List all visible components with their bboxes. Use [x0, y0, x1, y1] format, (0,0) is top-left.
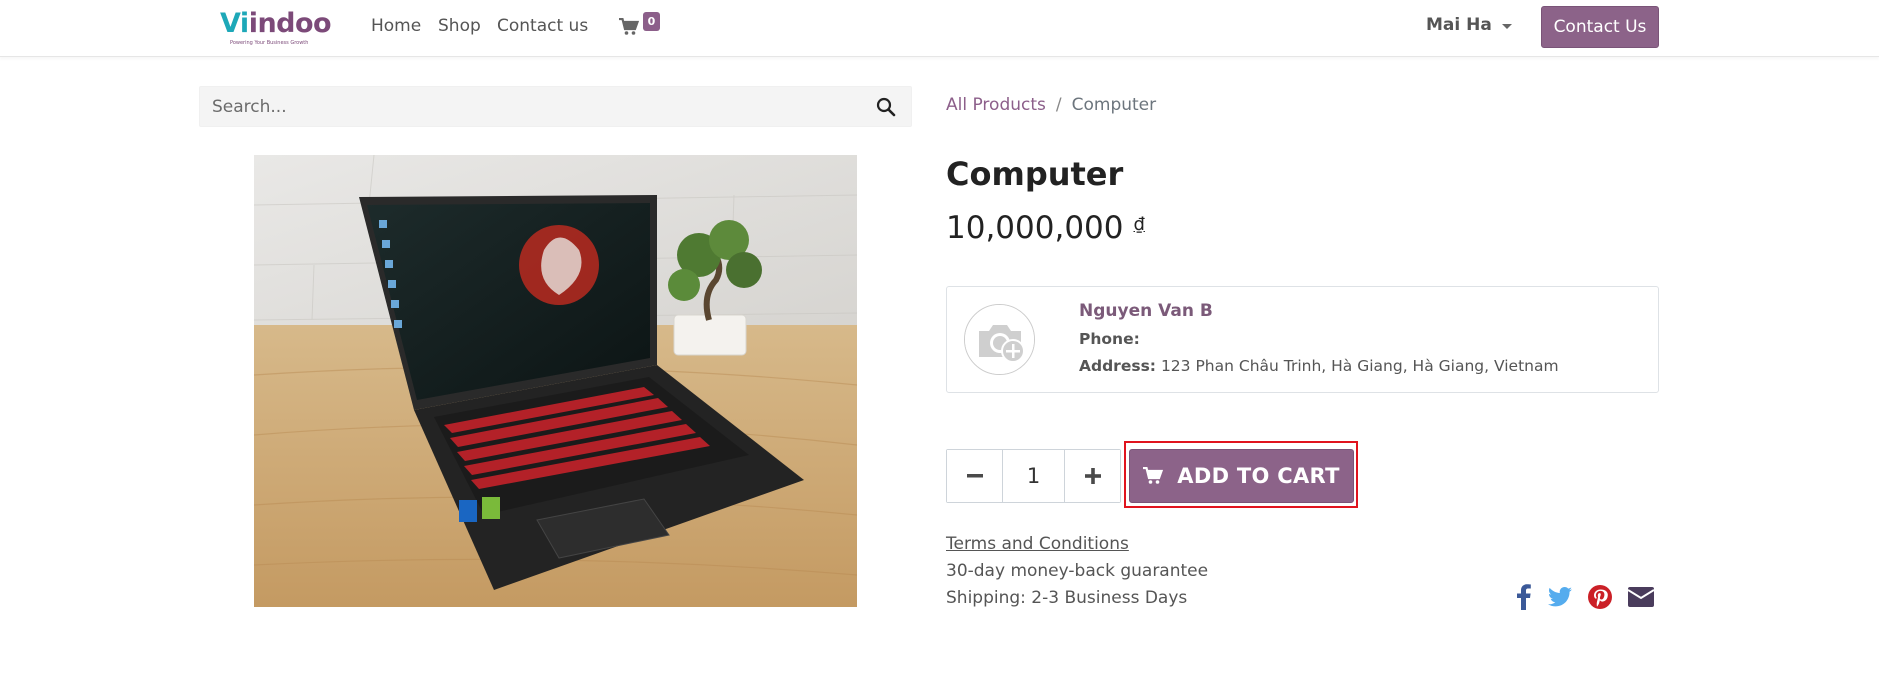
search-input[interactable] — [200, 87, 860, 126]
product-title: Computer — [946, 155, 1124, 193]
quantity-stepper — [946, 449, 1121, 503]
share-twitter-button[interactable] — [1547, 584, 1573, 610]
contact-us-button[interactable]: Contact Us — [1541, 6, 1659, 48]
quantity-input[interactable] — [1002, 450, 1065, 502]
breadcrumb-current: Computer — [1071, 95, 1157, 115]
product-image[interactable] — [254, 155, 857, 607]
seller-phone: Phone: — [1079, 330, 1140, 348]
decrease-quantity-button[interactable] — [947, 450, 1002, 502]
seller-card: Nguyen Van B Phone: Address: 123 Phan Ch… — [946, 286, 1659, 393]
logo-wordmark: Viindoo — [220, 8, 332, 39]
nav-cart[interactable]: 0 — [619, 12, 663, 39]
guarantee-text: 30-day money-back guarantee — [946, 561, 1209, 581]
price-currency: ₫ — [1133, 214, 1145, 235]
pinterest-icon — [1588, 585, 1612, 609]
shipping-text: Shipping: 2-3 Business Days — [946, 588, 1188, 608]
seller-address: Address: 123 Phan Châu Trinh, Hà Giang, … — [1079, 357, 1559, 375]
user-name: Mai Ha — [1426, 15, 1492, 35]
email-icon — [1628, 587, 1654, 607]
product-info: Terms and Conditions 30-day money-back g… — [946, 531, 1208, 612]
logo-tagline: Powering Your Business Growth — [230, 40, 309, 46]
twitter-icon — [1548, 587, 1572, 607]
increase-quantity-button[interactable] — [1065, 450, 1120, 502]
share-pinterest-button[interactable] — [1587, 584, 1613, 610]
logo-wordmark-rest: indoo — [248, 8, 332, 39]
share-email-button[interactable] — [1627, 584, 1655, 610]
seller-name[interactable]: Nguyen Van B — [1079, 301, 1213, 321]
add-to-cart-button[interactable]: ADD TO CART — [1129, 449, 1354, 503]
caret-down-icon — [1501, 23, 1512, 29]
nav-home[interactable]: Home — [371, 16, 421, 36]
camera-plus-icon — [965, 305, 1034, 374]
minus-icon — [966, 474, 983, 478]
seller-avatar[interactable] — [964, 304, 1035, 375]
breadcrumb-all-products[interactable]: All Products — [946, 95, 1046, 115]
product-search — [199, 86, 912, 127]
breadcrumb-separator: / — [1055, 95, 1062, 115]
share-facebook-button[interactable] — [1514, 584, 1534, 610]
phone-label: Phone: — [1079, 330, 1140, 348]
logo-wordmark-vi: Vi — [220, 8, 249, 39]
address-label: Address: — [1079, 357, 1156, 375]
terms-link[interactable]: Terms and Conditions — [946, 531, 1208, 558]
viindoo-logo[interactable]: Viindoo Powering Your Business Growth — [220, 6, 332, 46]
nav-contact-us[interactable]: Contact us — [497, 16, 588, 36]
add-to-cart-label: ADD TO CART — [1177, 464, 1340, 488]
breadcrumb: All Products / Computer — [946, 95, 1156, 115]
nav-shop[interactable]: Shop — [438, 16, 481, 36]
product-price: 10,000,000 ₫ — [946, 210, 1145, 246]
shopping-cart-icon — [619, 18, 639, 35]
price-amount: 10,000,000 — [946, 210, 1124, 246]
shopping-cart-icon — [1143, 467, 1164, 484]
facebook-icon — [1517, 584, 1531, 610]
cart-count-badge: 0 — [643, 12, 660, 31]
search-icon[interactable] — [876, 97, 896, 117]
plus-icon — [1084, 468, 1101, 484]
user-menu-dropdown[interactable]: Mai Ha — [1426, 15, 1512, 35]
laptop-photo — [254, 155, 857, 607]
address-value: 123 Phan Châu Trinh, Hà Giang, Hà Giang,… — [1160, 357, 1559, 375]
top-navbar: Viindoo Powering Your Business Growth Ho… — [0, 0, 1879, 57]
